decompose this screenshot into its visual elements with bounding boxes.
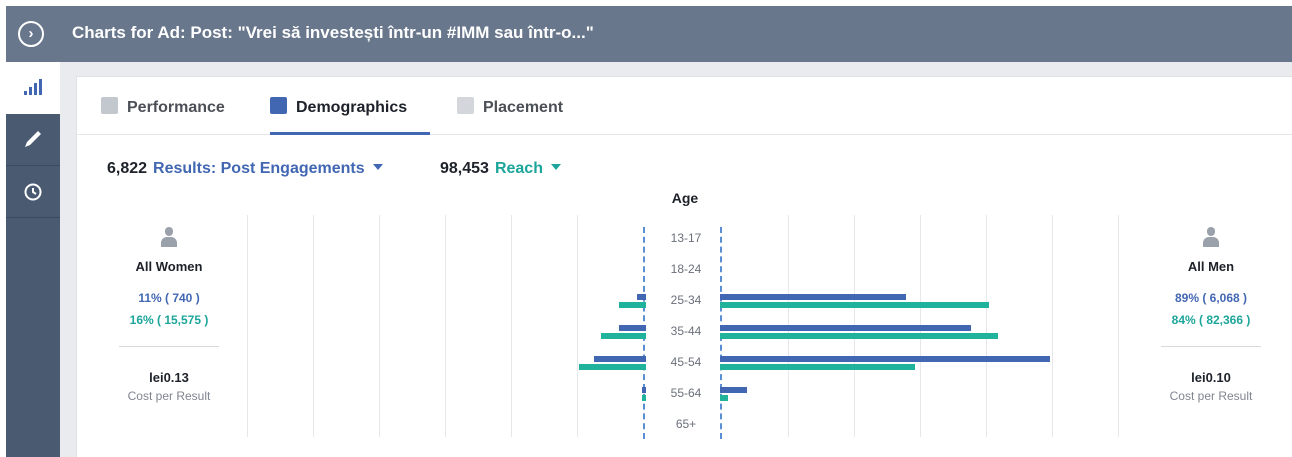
men-reach-bar[interactable] bbox=[720, 302, 989, 308]
men-results-bar[interactable] bbox=[720, 294, 906, 300]
men-label: All Men bbox=[1187, 259, 1235, 274]
age-label: 13-17 bbox=[670, 231, 702, 245]
tab-label: Performance bbox=[127, 99, 225, 116]
tab-performance[interactable]: Performance bbox=[101, 97, 225, 119]
women-results-pct: 11% ( 740 ) bbox=[138, 291, 200, 305]
women-results-bar[interactable] bbox=[593, 356, 646, 362]
men-results-pct: 89% ( 6,068 ) bbox=[1174, 291, 1248, 305]
age-label: 18-24 bbox=[670, 262, 702, 276]
gridline bbox=[1052, 215, 1053, 437]
gridline bbox=[379, 215, 380, 437]
placement-icon bbox=[457, 97, 474, 114]
active-tab-indicator bbox=[270, 132, 430, 135]
men-reach-bar[interactable] bbox=[720, 395, 728, 401]
sidebar-item-edit[interactable] bbox=[6, 114, 60, 166]
women-cost: lei0.13 bbox=[149, 370, 189, 385]
charts-card: Performance Demographics Placement 6,822… bbox=[76, 76, 1292, 457]
secondary-metric[interactable]: 98,453 Reach bbox=[440, 160, 561, 178]
tab-bar: Performance Demographics Placement bbox=[77, 77, 1292, 135]
primary-metric-label: Results: Post Engagements bbox=[153, 160, 365, 177]
window-titlebar: › Charts for Ad: Post: "Vrei să investeș… bbox=[6, 6, 1292, 62]
bar-chart-icon bbox=[24, 79, 42, 95]
men-cost-label: Cost per Result bbox=[1169, 389, 1253, 403]
women-results-bar[interactable] bbox=[619, 325, 646, 331]
men-results-bar[interactable] bbox=[720, 325, 971, 331]
men-reach-bar[interactable] bbox=[720, 333, 998, 339]
gridline bbox=[247, 215, 248, 437]
men-reach-pct: 84% ( 82,366 ) bbox=[1171, 313, 1251, 327]
women-reach-pct: 16% ( 15,575 ) bbox=[129, 313, 209, 327]
secondary-metric-label: Reach bbox=[494, 160, 543, 177]
clock-icon bbox=[24, 183, 42, 201]
chart-title: Age bbox=[671, 190, 699, 206]
tab-label: Placement bbox=[483, 99, 564, 116]
gridline bbox=[511, 215, 512, 437]
men-summary: All Men 89% ( 6,068 ) 84% ( 82,366 ) lei… bbox=[1146, 227, 1276, 403]
sidebar-item-history[interactable] bbox=[6, 166, 60, 218]
gridline bbox=[313, 215, 314, 437]
chevron-down-icon bbox=[550, 164, 561, 170]
men-results-bar[interactable] bbox=[720, 387, 747, 393]
men-results-bar[interactable] bbox=[720, 356, 1050, 362]
divider bbox=[1161, 346, 1261, 347]
gridline bbox=[986, 215, 987, 437]
sidebar bbox=[6, 62, 60, 457]
primary-metric[interactable]: 6,822 Results: Post Engagements bbox=[107, 160, 383, 178]
divider bbox=[119, 346, 219, 347]
gridline bbox=[577, 215, 578, 437]
primary-metric-value: 6,822 bbox=[107, 160, 148, 177]
gridline bbox=[445, 215, 446, 437]
tab-demographics[interactable]: Demographics bbox=[270, 97, 407, 119]
women-label: All Women bbox=[135, 259, 203, 274]
women-results-bar[interactable] bbox=[641, 387, 646, 393]
women-summary: All Women 11% ( 740 ) 16% ( 15,575 ) lei… bbox=[104, 227, 234, 403]
women-results-bar[interactable] bbox=[637, 294, 646, 300]
men-reach-bar[interactable] bbox=[720, 364, 915, 370]
age-label: 45-54 bbox=[670, 355, 702, 369]
women-reach-bar[interactable] bbox=[601, 333, 646, 339]
person-icon bbox=[160, 227, 178, 249]
demographics-icon bbox=[270, 97, 287, 114]
window-title: Charts for Ad: Post: "Vrei să investești… bbox=[72, 23, 594, 42]
men-cost: lei0.10 bbox=[1191, 370, 1231, 385]
age-label: 35-44 bbox=[670, 324, 702, 338]
age-label: 55-64 bbox=[670, 386, 702, 400]
gridline bbox=[1118, 215, 1119, 437]
tab-label: Demographics bbox=[296, 99, 408, 116]
secondary-metric-value: 98,453 bbox=[440, 160, 489, 177]
person-icon bbox=[1202, 227, 1220, 249]
chevron-down-icon bbox=[372, 164, 383, 170]
women-reach-bar[interactable] bbox=[578, 364, 646, 370]
women-reach-bar[interactable] bbox=[619, 302, 646, 308]
sidebar-item-charts[interactable] bbox=[6, 62, 60, 114]
chevron-right-circle-icon[interactable]: › bbox=[18, 21, 44, 47]
performance-icon bbox=[101, 97, 118, 114]
tab-placement[interactable]: Placement bbox=[457, 97, 563, 119]
age-label: 25-34 bbox=[670, 293, 702, 307]
women-reach-bar[interactable] bbox=[641, 395, 646, 401]
women-cost-label: Cost per Result bbox=[127, 389, 211, 403]
age-label: 65+ bbox=[675, 417, 697, 431]
pencil-icon bbox=[25, 131, 41, 147]
